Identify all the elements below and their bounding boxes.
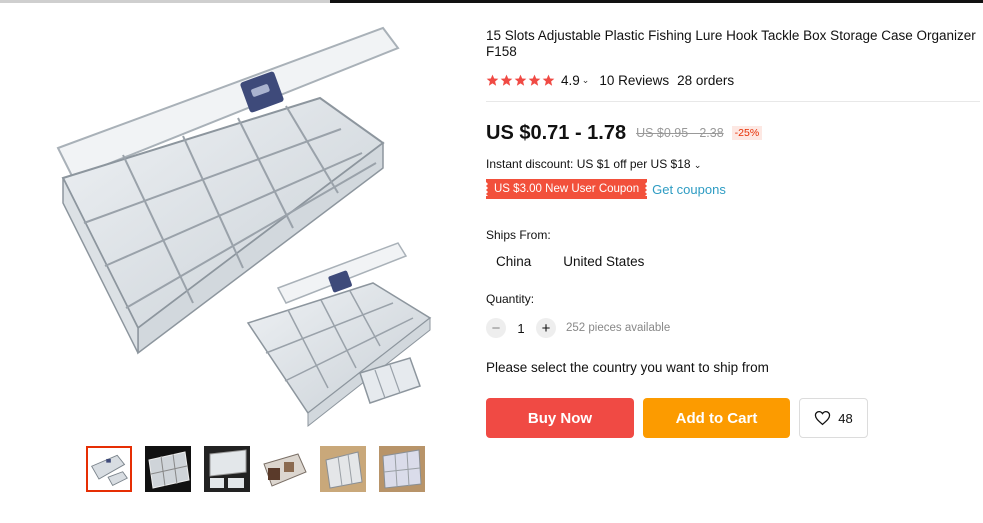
thumbnail-2[interactable] [145,446,191,492]
ship-option-united-states[interactable]: United States [563,254,644,269]
ship-country-message: Please select the country you want to sh… [486,360,769,375]
main-product-image[interactable] [38,18,438,430]
star-icon [500,74,513,86]
thumbnail-6[interactable] [379,446,425,492]
chevron-down-icon: ⌄ [693,160,702,170]
original-price: US $0.95 - 2.38 [636,126,724,140]
current-price: US $0.71 - 1.78 [486,121,627,144]
product-title: 15 Slots Adjustable Plastic Fishing Lure… [486,28,976,59]
get-coupons-link[interactable]: Get coupons [652,182,726,197]
chevron-down-icon[interactable]: ⌄ [582,75,590,86]
wishlist-count: 48 [838,410,853,426]
price-row: US $0.71 - 1.78 US $0.95 - 2.38 -25% [486,120,763,146]
new-user-coupon-badge: US $3.00 New User Coupon [483,179,650,199]
star-icon [528,74,541,86]
action-buttons: Buy Now Add to Cart 48 [486,398,868,438]
orders-count: 28 orders [677,72,735,88]
quantity-label: Quantity: [486,292,535,306]
thumbnail-4[interactable] [262,446,308,492]
wishlist-button[interactable]: 48 [799,398,868,438]
ships-from-label: Ships From: [486,228,551,242]
thumbnail-5[interactable] [320,446,366,492]
ships-from-options: China United States [496,254,676,269]
instant-discount-text: Instant discount: US $1 off per US $18 [486,157,691,171]
coupon-row: US $3.00 New User Coupon Get coupons [483,179,726,199]
ship-option-china[interactable]: China [496,254,531,269]
rating-row: 4.9 ⌄ 10 Reviews 28 orders [486,71,734,89]
divider [486,101,980,102]
thumbnail-strip [86,446,446,494]
quantity-decrease-button[interactable]: − [486,318,506,338]
instant-discount[interactable]: Instant discount: US $1 off per US $18 ⌄ [486,157,701,171]
product-info: 15 Slots Adjustable Plastic Fishing Lure… [483,0,983,523]
quantity-stepper: − 1 + 252 pieces available [486,318,670,338]
quantity-input[interactable]: 1 [506,321,536,336]
thumbnail-3[interactable] [204,446,250,492]
pieces-available: 252 pieces available [566,322,671,334]
rating-value[interactable]: 4.9 [561,73,580,88]
quantity-increase-button[interactable]: + [536,318,556,338]
add-to-cart-button[interactable]: Add to Cart [643,398,790,438]
star-icon [486,74,499,86]
rating-stars [486,74,555,87]
star-icon [542,74,555,86]
reviews-link[interactable]: 10 Reviews [599,73,669,88]
star-icon [514,74,527,86]
heart-icon [815,410,831,426]
discount-badge: -25% [731,126,763,140]
buy-now-button[interactable]: Buy Now [486,398,634,438]
thumbnail-1[interactable] [86,446,132,492]
